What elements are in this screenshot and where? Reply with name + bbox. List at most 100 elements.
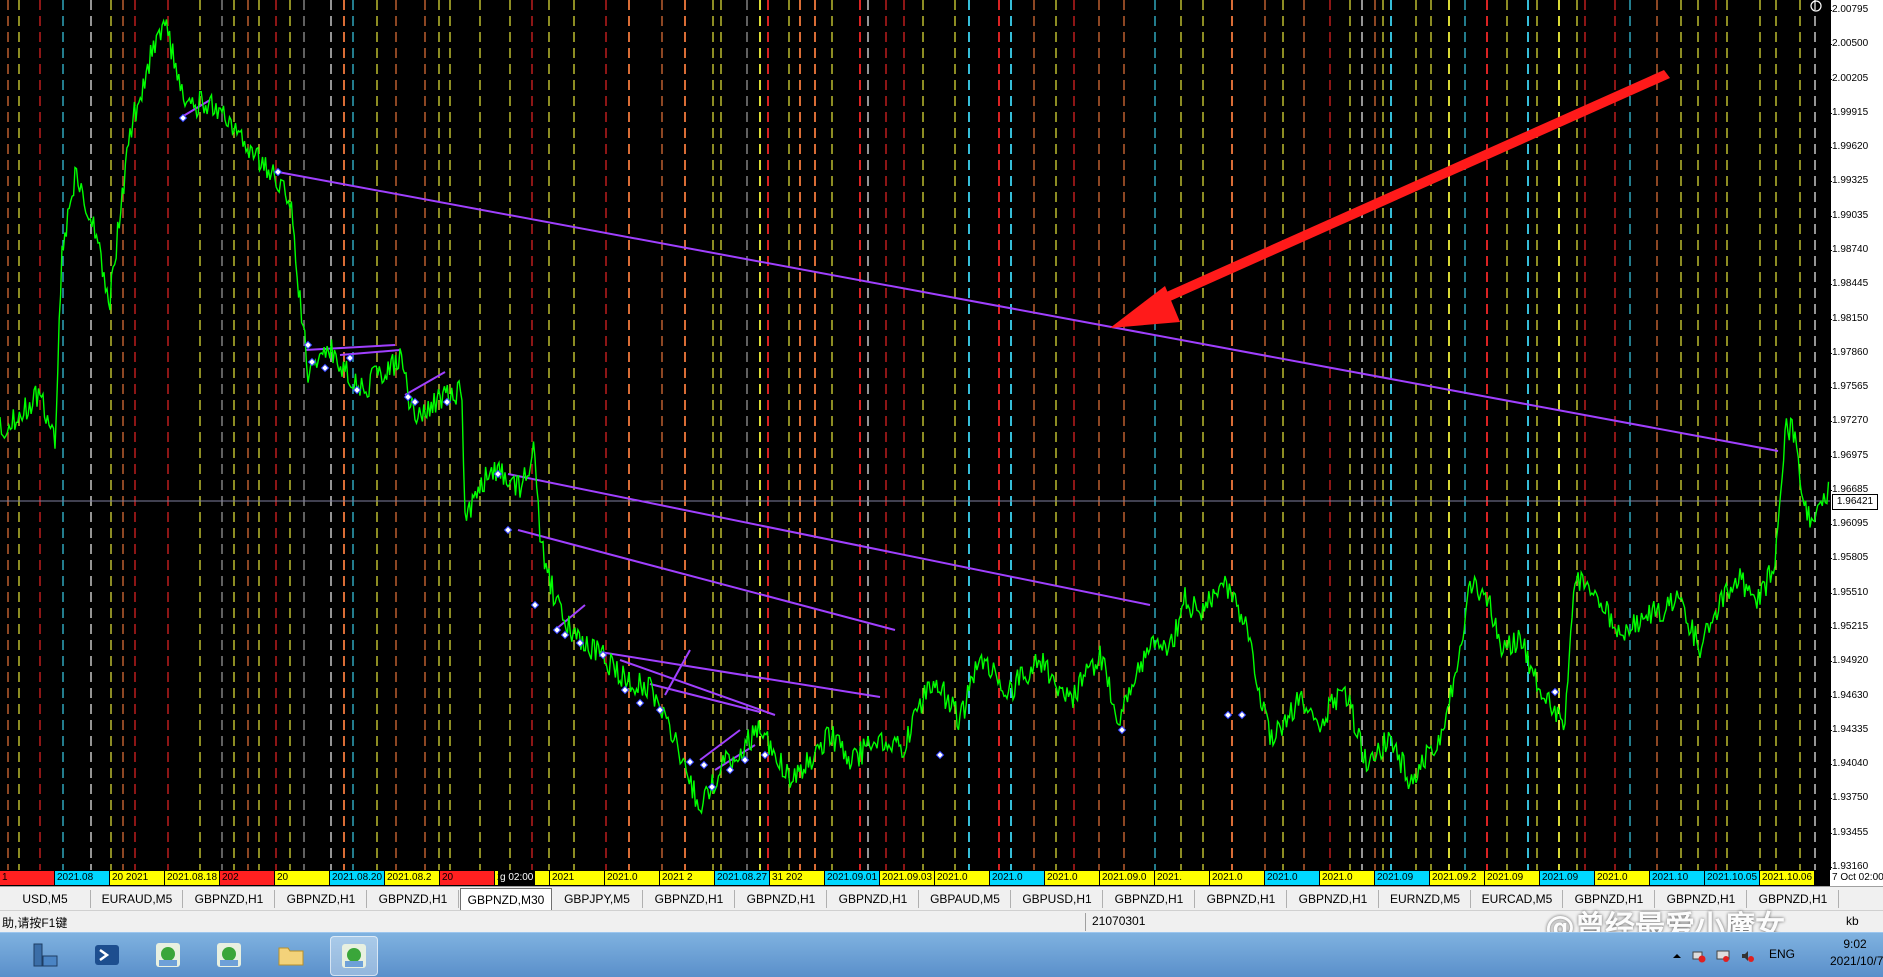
swing-point-marker [620, 685, 630, 695]
metatrader-button-2[interactable] [206, 936, 252, 974]
price-tick-label: 1.99325 [1828, 175, 1869, 187]
metatrader-button-1[interactable] [145, 936, 191, 974]
trend-line[interactable] [277, 171, 1779, 452]
trend-line[interactable] [339, 349, 401, 356]
time-axis-label: 2021.08.2 [385, 871, 439, 885]
windows-taskbar: ENG 9:02 2021/10/7 [0, 932, 1883, 977]
chart-tab[interactable]: GBPAUD,M5 [920, 890, 1011, 908]
clock-time: 9:02 [1843, 937, 1867, 951]
chart-tab[interactable]: GBPNZD,H1 [1196, 890, 1287, 908]
network-warning-icon[interactable] [1692, 949, 1706, 963]
time-axis-label: 2021.0 [935, 871, 989, 885]
time-axis-label: 2021.09.0 [1100, 871, 1154, 885]
metatrader-button-3[interactable] [330, 936, 378, 976]
price-tick-label: 1.94920 [1828, 655, 1869, 667]
price-tick-label: 1.94335 [1828, 723, 1869, 735]
price-tick-label: 1.98740 [1828, 243, 1869, 255]
time-axis-label: 2021.09 [1485, 871, 1539, 885]
chart-tab[interactable]: EURNZD,M5 [1380, 890, 1471, 908]
trend-line[interactable] [507, 473, 1151, 606]
trend-line[interactable] [699, 729, 741, 761]
price-tick-label: 1.99035 [1828, 209, 1869, 221]
price-tick-label: 1.93455 [1828, 826, 1869, 838]
time-axis-label: 2021.09.03 0 [880, 871, 934, 885]
time-axis-label: 2021.09.01 2 [825, 871, 879, 885]
chart-tab[interactable]: GBPNZD,H1 [368, 890, 459, 908]
price-tick-label: 1.98150 [1828, 312, 1869, 324]
chart-tab[interactable]: EURAUD,M5 [92, 890, 183, 908]
trend-line[interactable] [649, 683, 761, 713]
time-axis-label: 20 [440, 871, 494, 885]
time-axis: 12021.0820 20212021.08.18 1:202202021.08… [0, 870, 1830, 886]
price-tick-label: 1.97565 [1828, 381, 1869, 393]
time-axis-label: 2021.09 [1375, 871, 1429, 885]
chart-tab[interactable]: GBPNZD,H1 [1104, 890, 1195, 908]
time-axis-label: 20 [275, 871, 329, 885]
swing-point-marker [320, 363, 330, 373]
price-tick-label: 2.00205 [1828, 72, 1869, 84]
status-divider [1085, 913, 1086, 931]
chart-tab[interactable]: GBPNZD,H1 [828, 890, 919, 908]
price-tick-label: 1.99915 [1828, 106, 1869, 118]
trend-line[interactable] [304, 344, 396, 351]
chart-area[interactable]: 1.96421 2.00795 2.00500 2.00205 1.99915 1.99… [0, 0, 1883, 870]
price-tick-label: 1.99620 [1828, 141, 1869, 153]
price-tick-label: 1.95510 [1828, 586, 1869, 598]
price-tick-label: 2.00795 [1828, 4, 1869, 15]
chart-tab[interactable]: USD,M5 [0, 890, 91, 908]
time-axis-label: 2021.0 [1210, 871, 1264, 885]
display-icon[interactable] [1716, 949, 1730, 963]
swing-point-marker [1550, 687, 1560, 697]
clock-date: 2021/10/7 [1830, 954, 1883, 968]
swing-point-marker [530, 600, 540, 610]
metatrader-icon [217, 943, 241, 967]
swing-point-marker [685, 757, 695, 767]
price-tick-label: 1.95805 [1828, 552, 1869, 564]
status-server-text: 21070301 [1092, 914, 1146, 928]
chart-tab[interactable]: GBPNZD,H1 [184, 890, 275, 908]
chart-tab[interactable]: GBPNZD,H1 [1288, 890, 1379, 908]
time-axis-label: 2021 2 [660, 871, 714, 885]
time-axis-label: 2021.08.18 1: [165, 871, 219, 885]
chart-tab[interactable]: GBPNZD,H1 [276, 890, 367, 908]
time-axis-last-label: 7 Oct 02:00 [1830, 870, 1883, 886]
server-manager-button[interactable] [22, 936, 68, 974]
time-axis-label: 2021.10.05 [1705, 871, 1759, 885]
time-axis-label: 2021 [550, 871, 604, 885]
chart-tab[interactable]: GBPJPY,M5 [552, 890, 643, 908]
trend-line[interactable] [664, 649, 691, 696]
status-traffic-text: kb [1846, 914, 1859, 928]
powershell-icon [95, 945, 119, 965]
price-tick-label: 1.94040 [1828, 758, 1869, 770]
time-axis-label: 2021.09.2 [1430, 871, 1484, 885]
time-axis-label: 2021.08 [55, 871, 109, 885]
price-tick-label: 1.98445 [1828, 278, 1869, 290]
price-axis [1830, 0, 1883, 870]
chevron-up-icon[interactable] [1670, 949, 1684, 963]
time-axis-label: 2021.08.27 17:18 [715, 871, 769, 885]
price-tick-label: 1.95215 [1828, 621, 1869, 633]
price-tick-label: 1.96975 [1828, 449, 1869, 461]
time-axis-label: 2021.0 [1265, 871, 1319, 885]
time-axis-label: 2021.0 [1320, 871, 1374, 885]
trend-lines[interactable] [179, 99, 1779, 771]
file-explorer-button[interactable] [268, 936, 314, 974]
chart-tab[interactable]: GBPNZD,M30 [460, 888, 552, 911]
time-axis-inline-label: g 02:00 [498, 871, 536, 885]
time-axis-label: 2021.09 [1540, 871, 1594, 885]
language-indicator[interactable]: ENG [1769, 947, 1795, 961]
chart-tab[interactable]: GBPUSD,H1 [1012, 890, 1103, 908]
chart-tab[interactable]: GBPNZD,H1 [736, 890, 827, 908]
price-chart[interactable] [0, 0, 1830, 870]
powershell-button[interactable] [84, 936, 130, 974]
price-tick-label: 2.00500 [1828, 38, 1869, 50]
current-price-label: 1.96421 [1832, 494, 1878, 510]
speaker-muted-icon[interactable] [1740, 949, 1754, 963]
clock[interactable]: 9:02 2021/10/7 [1830, 936, 1883, 970]
folder-icon [278, 947, 304, 966]
time-axis-label: 1 [0, 871, 54, 885]
time-axis-label: 31 202 [770, 871, 824, 885]
swing-point-marker [707, 782, 717, 792]
price-tick-label: 1.96685 [1828, 483, 1869, 495]
chart-tab[interactable]: GBPNZD,H1 [644, 890, 735, 908]
